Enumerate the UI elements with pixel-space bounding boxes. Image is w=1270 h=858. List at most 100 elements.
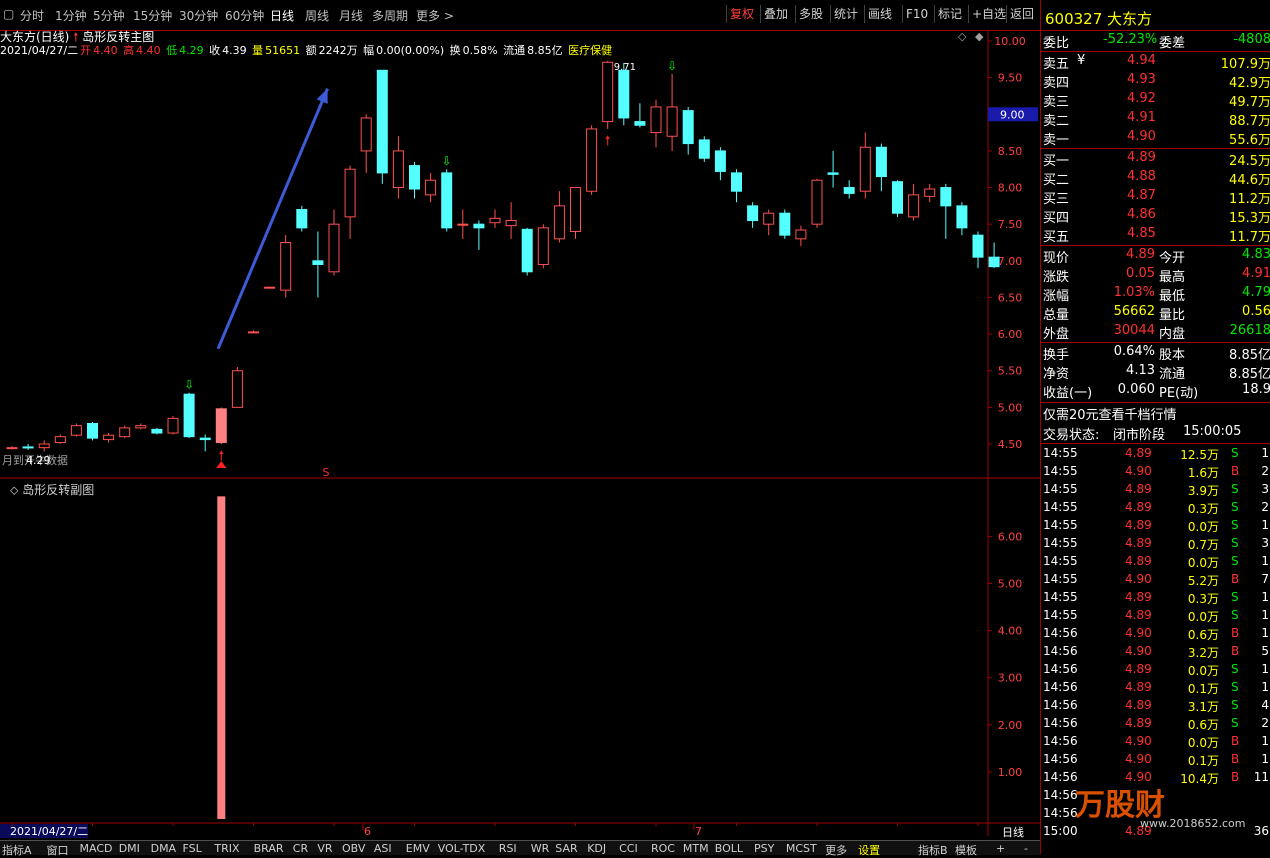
toolbar-button-2[interactable]: 多股 — [795, 5, 826, 23]
candle[interactable] — [103, 433, 115, 443]
candle[interactable] — [167, 416, 179, 435]
candle[interactable] — [698, 136, 710, 162]
indicator-tab-5[interactable]: FSL — [183, 842, 202, 855]
candle[interactable] — [859, 132, 871, 199]
period-tab-10[interactable]: 更多 > — [416, 7, 454, 24]
candle[interactable] — [6, 446, 18, 450]
candle[interactable] — [425, 172, 437, 203]
ask-price[interactable]: 4.91 — [1127, 110, 1156, 125]
candle[interactable] — [537, 224, 549, 269]
period-tab-1[interactable]: 1分钟 — [55, 7, 87, 24]
candle[interactable] — [924, 183, 936, 203]
toolbar-button-4[interactable]: 画线 — [864, 5, 895, 23]
indicator-tab-19[interactable]: ROC — [651, 842, 675, 855]
candle[interactable] — [183, 392, 195, 439]
period-tab-0[interactable]: 分时 — [20, 7, 44, 24]
candle[interactable] — [763, 209, 775, 236]
candle[interactable] — [328, 209, 340, 276]
candle[interactable] — [22, 444, 34, 450]
indicator-tab-24[interactable]: 更多 — [825, 842, 847, 858]
promo-text[interactable]: 仅需20元查看千档行情 — [1043, 404, 1177, 423]
candle[interactable] — [392, 136, 404, 199]
candle[interactable] — [586, 125, 598, 195]
kline-chart[interactable]: 10.00 9.50 9.00 8.50 8.00 7.50 7.00 6.50 6.00 5.5… — [0, 30, 1040, 840]
indicator-tab-right-1[interactable]: 模板 — [955, 842, 977, 858]
candle[interactable] — [940, 183, 952, 239]
candle[interactable] — [956, 202, 968, 236]
indicator-tab-8[interactable]: CR — [293, 842, 308, 855]
candle[interactable] — [570, 187, 581, 239]
candle[interactable] — [908, 183, 920, 221]
sub-chart-signal-bar[interactable] — [217, 496, 226, 819]
candle[interactable] — [811, 178, 823, 228]
period-tab-3[interactable]: 15分钟 — [133, 7, 172, 24]
candle[interactable] — [489, 209, 501, 228]
candle[interactable] — [248, 330, 259, 334]
indicator-tab-14[interactable]: RSI — [499, 842, 517, 855]
period-tab-9[interactable]: 多周期 — [372, 7, 408, 24]
candle[interactable] — [151, 427, 163, 435]
candle[interactable] — [795, 225, 807, 247]
candle[interactable] — [553, 191, 565, 243]
indicator-tab-right-3[interactable]: - — [1024, 842, 1028, 855]
period-tab-2[interactable]: 5分钟 — [93, 7, 125, 24]
indicator-tab-20[interactable]: MTM — [683, 842, 709, 855]
bid-price[interactable]: 4.87 — [1127, 188, 1156, 203]
candle[interactable] — [54, 434, 66, 444]
candle[interactable] — [827, 150, 839, 188]
toolbar-button-6[interactable]: 标记 — [934, 5, 965, 23]
ask-price[interactable]: 4.94 — [1127, 53, 1156, 68]
candle[interactable] — [264, 286, 276, 289]
candle[interactable] — [650, 99, 662, 148]
indicator-tab-7[interactable]: BRAR — [254, 842, 284, 855]
indicator-tab-22[interactable]: PSY — [754, 842, 774, 855]
bid-price[interactable]: 4.86 — [1127, 207, 1156, 222]
indicator-tab-12[interactable]: EMV — [406, 842, 430, 855]
indicator-tab-6[interactable]: TRIX — [214, 842, 239, 855]
candle[interactable] — [892, 180, 903, 217]
candle[interactable] — [280, 235, 292, 298]
bid-price[interactable]: 4.85 — [1127, 226, 1156, 241]
candle[interactable] — [505, 202, 517, 239]
diamond-icon[interactable]: ◇ — [958, 30, 967, 43]
candle[interactable] — [843, 180, 855, 199]
bid-price[interactable]: 4.88 — [1127, 169, 1156, 184]
candle[interactable] — [473, 220, 485, 250]
candle[interactable] — [376, 69, 388, 184]
candle[interactable] — [215, 407, 227, 444]
candle[interactable] — [457, 209, 469, 239]
indicator-tab-1[interactable]: 窗口 — [47, 842, 69, 858]
candle[interactable] — [521, 227, 533, 276]
period-tab-6[interactable]: 日线 — [270, 7, 294, 24]
candle[interactable] — [666, 73, 678, 151]
period-tab-7[interactable]: 周线 — [305, 7, 329, 24]
ask-price[interactable]: 4.90 — [1127, 129, 1156, 144]
candle[interactable] — [199, 434, 211, 452]
indicator-tab-2[interactable]: MACD — [80, 842, 113, 855]
indicator-tab-17[interactable]: KDJ — [587, 842, 606, 855]
toolbar-button-0[interactable]: 复权 — [726, 5, 757, 23]
candle[interactable] — [135, 423, 147, 430]
ask-price[interactable]: 4.92 — [1127, 91, 1156, 106]
toolbar-button-3[interactable]: 统计 — [830, 5, 861, 23]
candle[interactable] — [70, 423, 82, 437]
candle[interactable] — [38, 440, 50, 452]
candle[interactable] — [441, 169, 453, 232]
candle[interactable] — [360, 114, 372, 173]
candle[interactable] — [312, 231, 324, 298]
candle[interactable] — [344, 165, 356, 239]
candle[interactable] — [409, 161, 420, 199]
candle[interactable] — [119, 425, 131, 439]
candle[interactable] — [87, 422, 98, 441]
indicator-tab-3[interactable]: DMI — [119, 842, 140, 855]
period-tab-5[interactable]: 60分钟 — [225, 7, 264, 24]
promo-row[interactable]: 仅需20元查看千档行情 — [1041, 404, 1270, 423]
candle[interactable] — [779, 209, 791, 239]
candle[interactable] — [682, 106, 694, 155]
indicator-tab-21[interactable]: BOLL — [715, 842, 743, 855]
candle[interactable] — [747, 202, 759, 228]
window-icon[interactable]: ▢ — [3, 7, 14, 21]
period-tab-4[interactable]: 30分钟 — [179, 7, 218, 24]
indicator-tab-25[interactable]: 设置 — [858, 842, 880, 858]
indicator-tab-right-0[interactable]: 指标B — [918, 842, 948, 858]
